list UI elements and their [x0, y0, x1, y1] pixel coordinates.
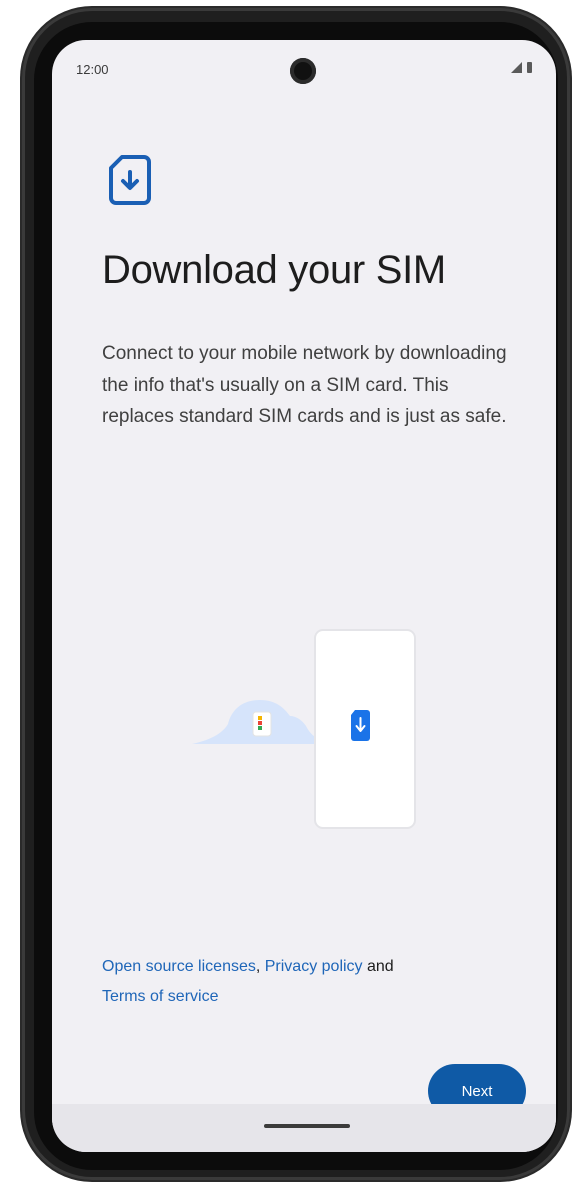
terms-of-service-link[interactable]: Terms of service: [102, 988, 218, 1005]
navigation-bar: [52, 1104, 556, 1152]
status-time: 12:00: [76, 62, 109, 77]
signal-icon: [511, 62, 522, 73]
description-text: Connect to your mobile network by downlo…: [102, 343, 507, 427]
battery-icon: [527, 62, 532, 73]
status-icons: [511, 62, 532, 73]
legal-links: Open source licenses, Privacy policy and…: [102, 952, 522, 1012]
privacy-policy-link[interactable]: Privacy policy: [265, 958, 363, 975]
phone-screen: 12:00 Download your SIM Connect to your …: [52, 40, 556, 1152]
legal-and-text: and: [362, 958, 394, 975]
page-title: Download your SIM: [102, 248, 446, 292]
download-sim-illustration: [192, 629, 416, 829]
sim-download-icon: [109, 155, 151, 205]
open-source-licenses-link[interactable]: Open source licenses: [102, 958, 256, 975]
front-camera: [290, 58, 316, 84]
home-gesture-handle[interactable]: [264, 1124, 350, 1128]
legal-separator: ,: [255, 958, 265, 975]
